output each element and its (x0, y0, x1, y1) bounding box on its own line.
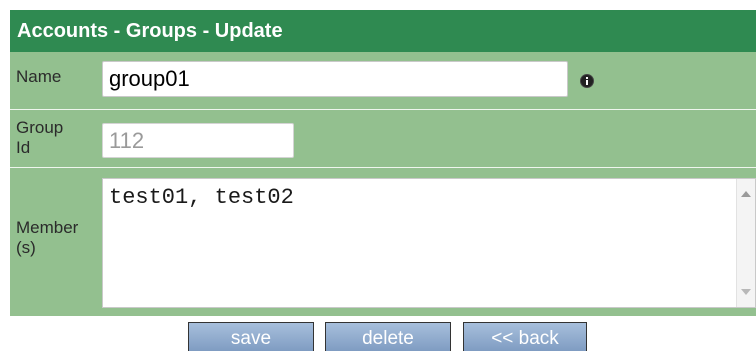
members-text[interactable]: test01, test02 (109, 185, 294, 210)
group-id-label-line1: Group (16, 118, 64, 137)
group-id-input: 112 (102, 123, 294, 158)
members-scrollbar[interactable] (736, 179, 755, 307)
row-divider (10, 109, 756, 110)
info-icon[interactable] (580, 74, 594, 88)
page-title: Accounts - Groups - Update (10, 10, 756, 52)
scroll-down-arrow-icon[interactable] (741, 289, 751, 295)
form-panel: Accounts - Groups - Update Name group01 … (10, 10, 756, 316)
member-label-line1: Member (16, 218, 79, 237)
members-textarea[interactable]: test01, test02 (102, 178, 756, 308)
scroll-up-arrow-icon[interactable] (741, 191, 751, 197)
name-input[interactable]: group01 (102, 61, 568, 97)
save-button[interactable]: save (188, 322, 314, 351)
name-label: Name (16, 67, 62, 86)
delete-button[interactable]: delete (325, 322, 451, 351)
member-label-line2: (s) (16, 238, 36, 257)
back-button[interactable]: << back (463, 322, 587, 351)
group-id-label-line2: Id (16, 138, 31, 157)
row-divider (10, 167, 756, 168)
